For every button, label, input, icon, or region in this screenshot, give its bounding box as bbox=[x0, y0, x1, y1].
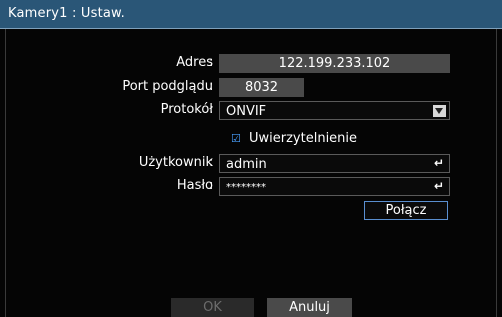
preview-port-colon: : bbox=[209, 79, 214, 94]
username-label: Użytkownik bbox=[138, 155, 213, 170]
preview-port-field[interactable]: 8032 bbox=[219, 78, 304, 97]
protocol-select[interactable]: ONVIF bbox=[219, 101, 450, 120]
connect-button[interactable]: Połącz bbox=[364, 201, 448, 220]
password-value: ******** bbox=[226, 182, 266, 193]
camera-settings-window: Kamery1 : Ustaw. Adres : 122.199.233.102… bbox=[0, 0, 502, 317]
protocol-colon: : bbox=[209, 102, 214, 117]
address-colon: : bbox=[209, 55, 214, 70]
address-label: Adres bbox=[176, 55, 213, 70]
dropdown-arrow-icon[interactable] bbox=[433, 105, 446, 117]
password-colon: : bbox=[209, 178, 214, 193]
preview-port-label: Port podglądu bbox=[122, 79, 213, 94]
authentication-checkbox[interactable]: ☑ Uwierzytelnienie bbox=[231, 131, 357, 146]
cancel-button[interactable]: Anuluj bbox=[267, 298, 352, 317]
enter-icon[interactable]: ↵ bbox=[434, 157, 446, 170]
checkbox-checked-icon[interactable]: ☑ bbox=[231, 132, 241, 145]
protocol-label: Protokół bbox=[160, 102, 213, 117]
username-value: admin bbox=[226, 157, 267, 172]
authentication-label: Uwierzytelnienie bbox=[249, 131, 358, 146]
window-title: Kamery1 : Ustaw. bbox=[8, 6, 126, 21]
password-field[interactable]: ******** ↵ bbox=[219, 177, 450, 196]
ok-button[interactable]: OK bbox=[171, 298, 254, 317]
enter-icon[interactable]: ↵ bbox=[434, 180, 446, 193]
protocol-value: ONVIF bbox=[226, 104, 267, 119]
password-label: Hasło bbox=[176, 178, 213, 193]
address-field[interactable]: 122.199.233.102 bbox=[219, 54, 450, 73]
username-colon: : bbox=[209, 155, 214, 170]
title-bar: Kamery1 : Ustaw. bbox=[0, 0, 502, 29]
username-field[interactable]: admin ↵ bbox=[219, 154, 450, 173]
